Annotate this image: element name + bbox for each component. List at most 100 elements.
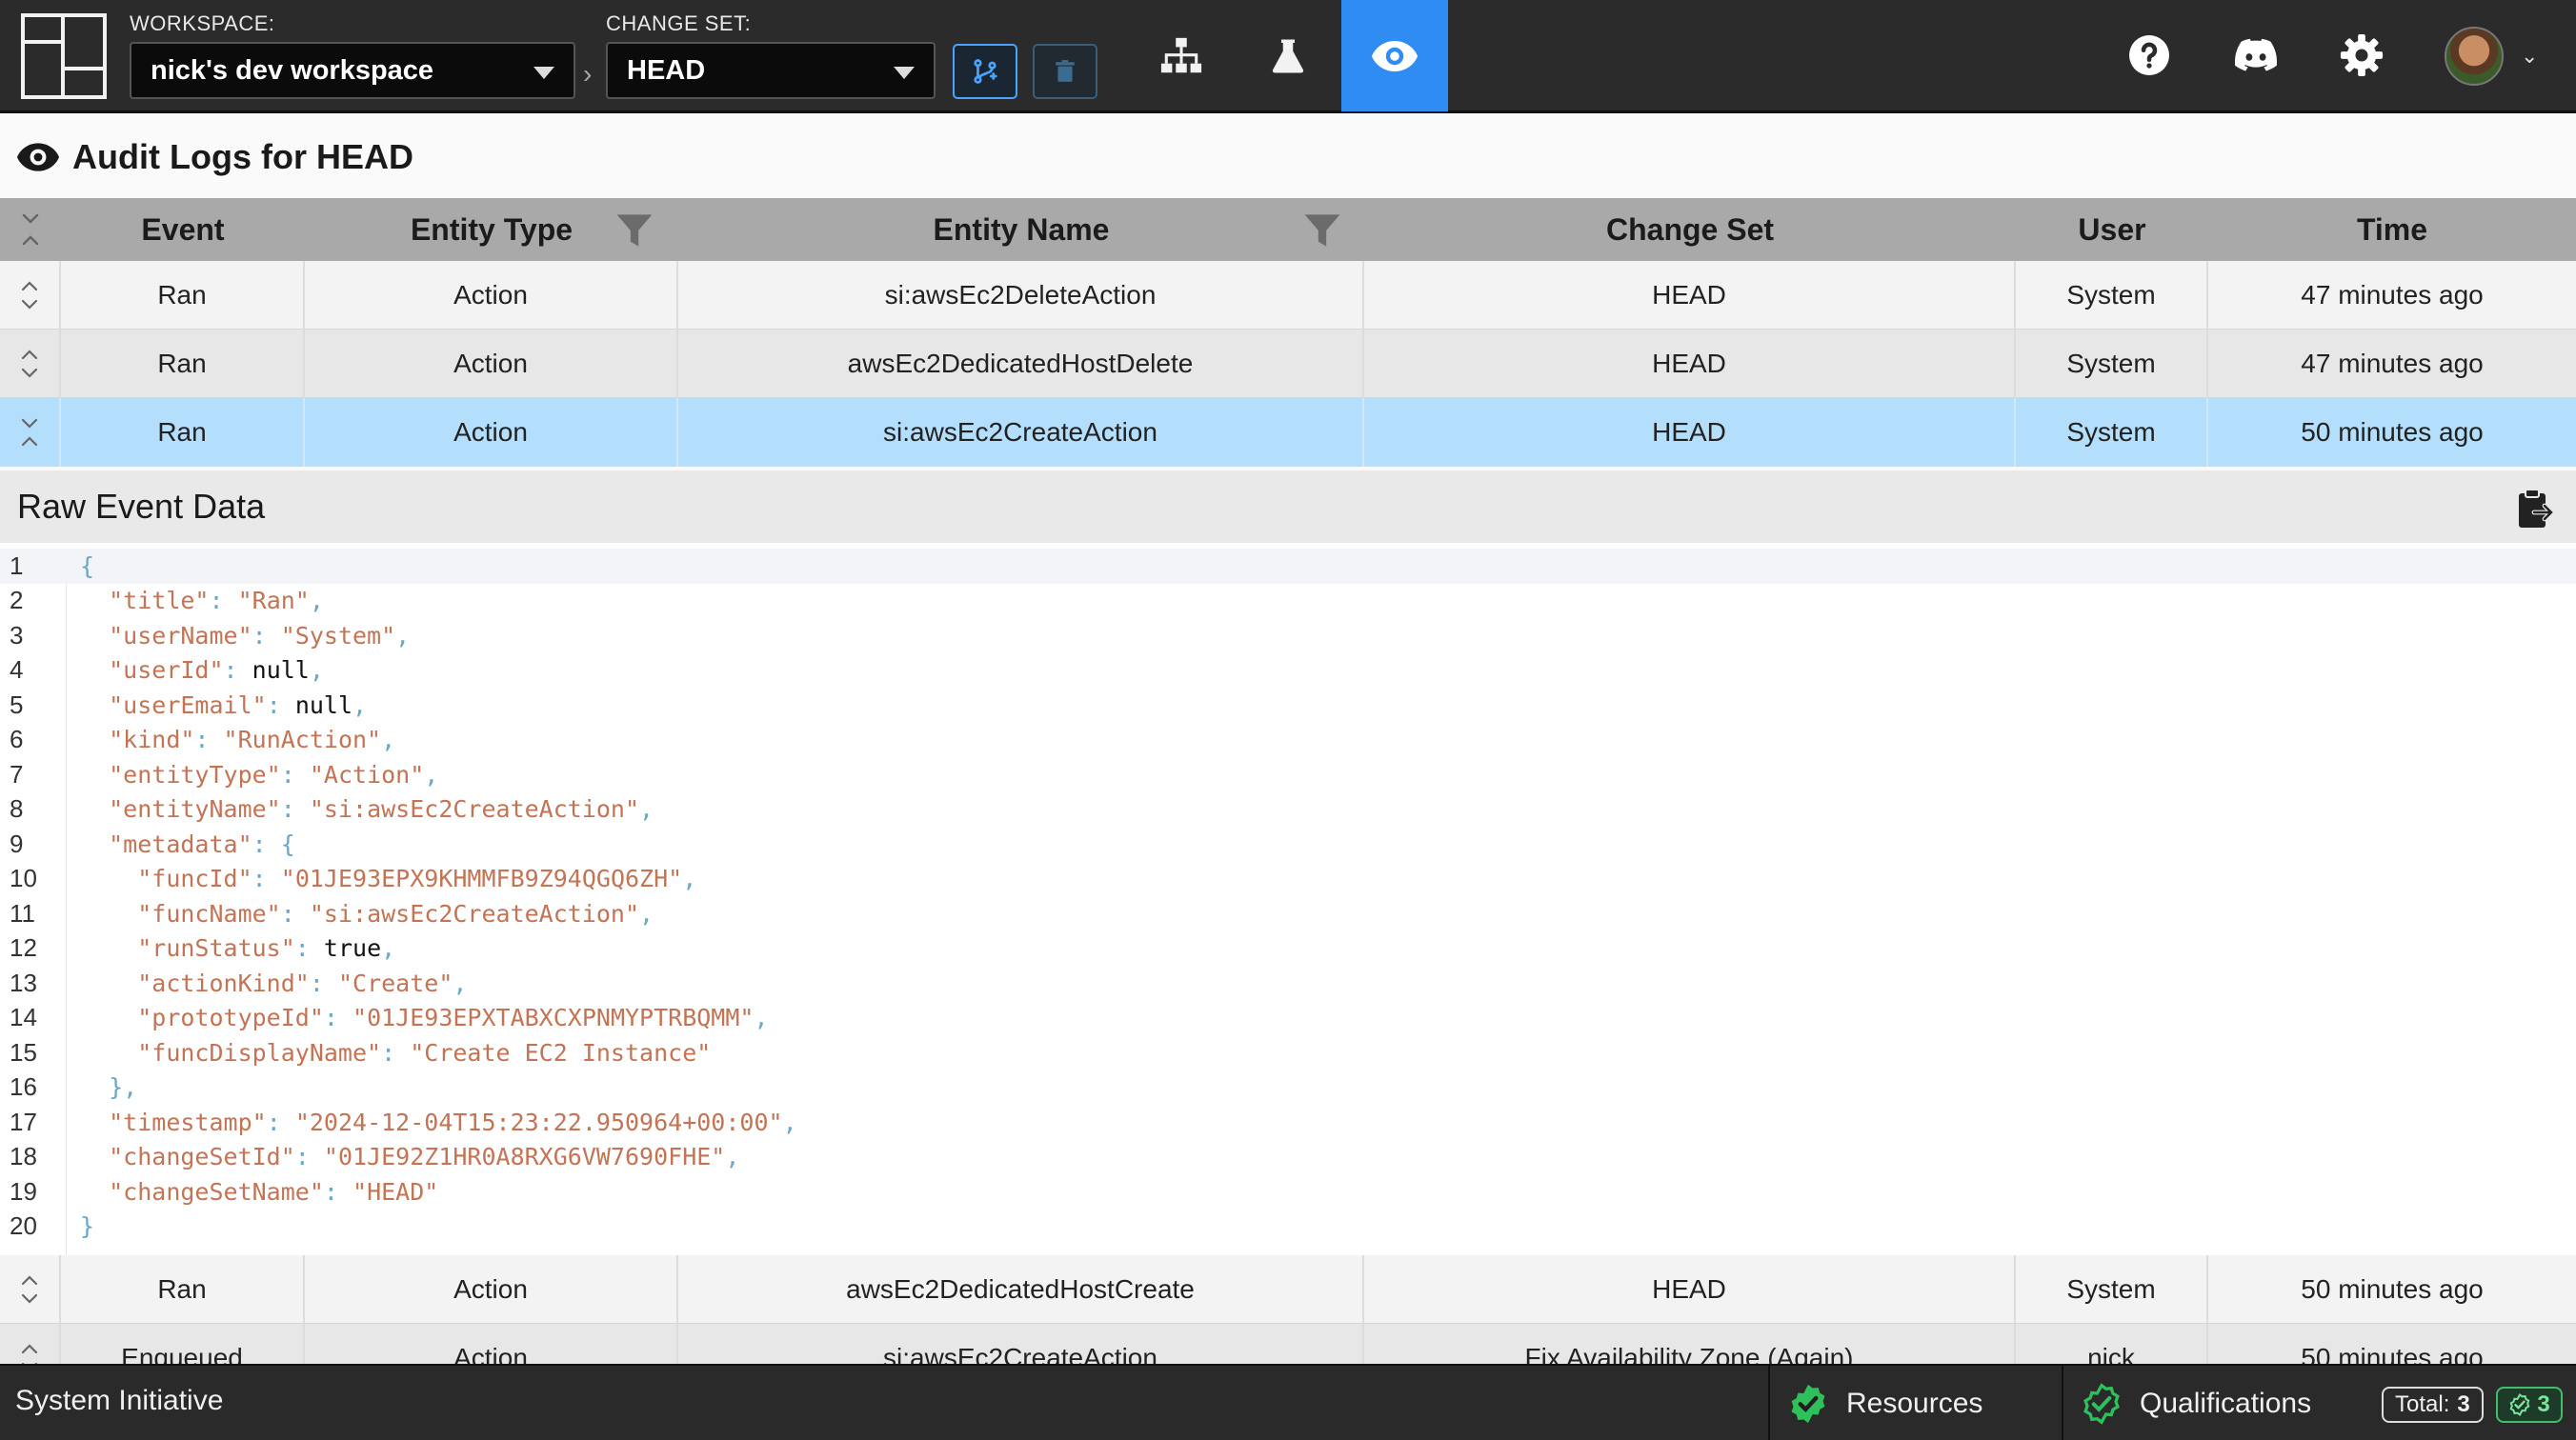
resources-tab[interactable]: Resources xyxy=(1768,1366,2062,1440)
cell-user: System xyxy=(2016,1255,2208,1324)
workspace-dropdown[interactable]: nick's dev workspace xyxy=(130,42,575,99)
collapse-icon xyxy=(22,213,39,246)
chevron-down-icon xyxy=(533,67,554,79)
code-line: 3 "userName": "System", xyxy=(0,618,2576,653)
lab-icon xyxy=(1272,39,1304,72)
code-line: 7 "entityType": "Action", xyxy=(0,757,2576,792)
column-header-time[interactable]: Time xyxy=(2208,198,2576,261)
line-number: 16 xyxy=(10,1072,37,1102)
workspace-label: WORKSPACE: xyxy=(130,11,275,35)
line-number: 7 xyxy=(10,759,24,789)
abandon-changeset-button[interactable] xyxy=(1033,44,1097,99)
cell-time: 47 minutes ago xyxy=(2301,349,2484,378)
discord-icon xyxy=(2234,38,2278,71)
cell-user: System xyxy=(2016,330,2208,398)
line-number: 17 xyxy=(10,1107,37,1136)
code-text: "actionKind": "Create", xyxy=(137,969,468,997)
line-number: 8 xyxy=(10,794,24,824)
total-pill: Total: 3 xyxy=(2382,1387,2484,1423)
check-badge-icon xyxy=(1791,1384,1825,1424)
nav-model-button[interactable] xyxy=(1128,0,1235,111)
cell-entity-type: Action xyxy=(305,1255,678,1324)
table-row-selected[interactable]: Ran Action si:awsEc2CreateAction HEAD Sy… xyxy=(0,398,2576,467)
settings-button[interactable] xyxy=(2325,19,2398,91)
cell-time: 50 minutes ago xyxy=(2301,1274,2484,1304)
code-line: 2 "title": "Ran", xyxy=(0,584,2576,619)
qualifications-label: Qualifications xyxy=(2140,1388,2312,1419)
check-badge-outline-icon xyxy=(2509,1393,2530,1416)
gear-icon xyxy=(2340,33,2384,77)
code-line: 10 "funcId": "01JE93EPX9KHMMFB9Z94QGQ6ZH… xyxy=(0,862,2576,897)
code-text: "userName": "System", xyxy=(109,621,411,650)
code-text: "entityType": "Action", xyxy=(109,760,439,789)
cell-entity-name: awsEc2DedicatedHostCreate xyxy=(678,1255,1364,1324)
line-number: 3 xyxy=(10,620,24,650)
qualification-ok-pill: 3 xyxy=(2496,1387,2563,1423)
line-number: 20 xyxy=(10,1211,37,1241)
code-text: "metadata": { xyxy=(109,830,295,858)
code-line: 1{ xyxy=(0,549,2576,584)
code-text: "userId": null, xyxy=(109,656,324,685)
code-line: 15 "funcDisplayName": "Create EC2 Instan… xyxy=(0,1035,2576,1070)
discord-button[interactable] xyxy=(2220,19,2292,91)
filter-icon[interactable] xyxy=(615,211,654,250)
eye-icon xyxy=(17,143,59,171)
filter-icon[interactable] xyxy=(1303,211,1341,250)
column-header-change-set[interactable]: Change Set xyxy=(1364,198,2016,261)
cell-change-set: HEAD xyxy=(1364,1255,2016,1324)
line-number: 14 xyxy=(10,1003,37,1032)
logo-icon[interactable] xyxy=(21,13,107,99)
code-text: "funcName": "si:awsEc2CreateAction", xyxy=(137,899,654,928)
column-header-user[interactable]: User xyxy=(2016,198,2208,261)
separator-chevron: › xyxy=(583,59,593,89)
chevron-up-down-icon xyxy=(21,350,38,378)
changeset-label: CHANGE SET: xyxy=(606,11,752,35)
copy-clipboard-icon[interactable] xyxy=(2517,488,2555,530)
cell-entity-type: Action xyxy=(305,398,678,467)
cell-user: System xyxy=(2016,398,2208,467)
diagram-icon xyxy=(1160,37,1202,72)
cell-event: Ran xyxy=(61,1255,305,1324)
page-title-text: Audit Logs for HEAD xyxy=(72,137,413,176)
line-number: 10 xyxy=(10,864,37,893)
table-row[interactable]: Ran Action awsEc2DedicatedHostDelete HEA… xyxy=(0,330,2576,398)
expand-row-button[interactable] xyxy=(0,1255,61,1324)
column-header-event[interactable]: Event xyxy=(61,198,305,261)
expand-row-button[interactable] xyxy=(0,261,61,330)
line-number: 9 xyxy=(10,829,24,858)
chevron-up-down-icon xyxy=(21,1275,38,1304)
code-editor[interactable]: 1{2 "title": "Ran", 3 "userName": "System… xyxy=(0,549,2576,1255)
chevron-collapse-icon xyxy=(21,418,38,447)
code-text: "title": "Ran", xyxy=(109,587,324,615)
line-number: 4 xyxy=(10,655,24,685)
code-text: } xyxy=(80,1212,95,1241)
line-number: 12 xyxy=(10,933,37,963)
create-changeset-button[interactable] xyxy=(953,44,1017,99)
raw-event-panel: Raw Event Data 1{2 "title": "Ran", 3 "use… xyxy=(0,470,2576,1255)
code-line: 13 "actionKind": "Create", xyxy=(0,966,2576,1001)
column-header-entity-name[interactable]: Entity Name xyxy=(678,198,1364,261)
code-line: 16 }, xyxy=(0,1070,2576,1106)
resources-label: Resources xyxy=(1846,1388,1983,1419)
code-text: "funcDisplayName": "Create EC2 Instance" xyxy=(137,1038,712,1067)
code-line: 6 "kind": "RunAction", xyxy=(0,723,2576,758)
collapse-row-button[interactable] xyxy=(0,398,61,467)
table-row[interactable]: Ran Action awsEc2DedicatedHostCreate HEA… xyxy=(0,1255,2576,1324)
line-number: 18 xyxy=(10,1142,37,1171)
help-button[interactable] xyxy=(2113,19,2185,91)
cell-user: System xyxy=(2016,261,2208,330)
line-number: 6 xyxy=(10,725,24,754)
table-row[interactable]: Ran Action si:awsEc2DeleteAction HEAD Sy… xyxy=(0,261,2576,330)
code-text: "funcId": "01JE93EPX9KHMMFB9Z94QGQ6ZH", xyxy=(137,865,697,893)
changeset-dropdown[interactable]: HEAD xyxy=(606,42,936,99)
expand-row-button[interactable] xyxy=(0,330,61,398)
avatar[interactable] xyxy=(2445,27,2504,86)
nav-audit-button[interactable] xyxy=(1341,0,1448,111)
cell-entity-name: si:awsEc2DeleteAction xyxy=(678,261,1364,330)
nav-customize-button[interactable] xyxy=(1235,0,1341,111)
chevron-down-icon[interactable]: ⌄ xyxy=(2521,44,2538,69)
cell-entity-name: si:awsEc2CreateAction xyxy=(678,398,1364,467)
collapse-all-button[interactable] xyxy=(0,198,61,261)
code-text: "userEmail": null, xyxy=(109,690,368,719)
raw-event-title: Raw Event Data xyxy=(17,487,266,526)
